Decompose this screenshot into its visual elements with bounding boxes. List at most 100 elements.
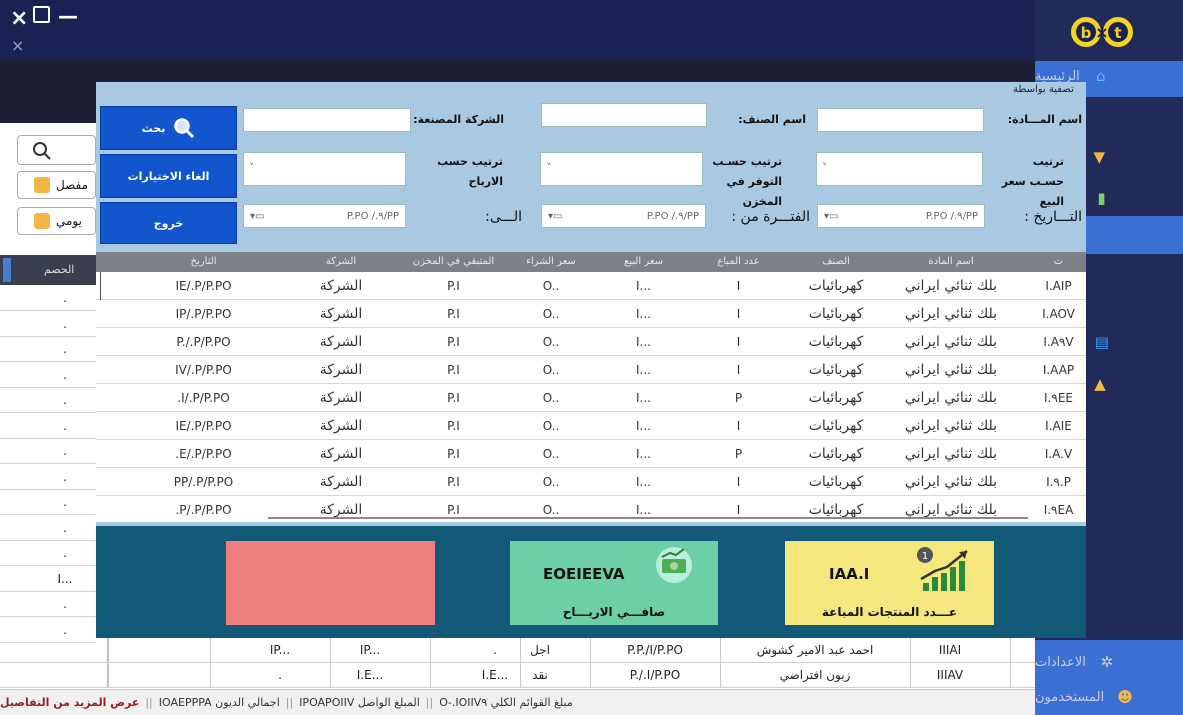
table-row[interactable]: I.AOV بلك ثنائي ايراني كهربائيات I I... O.. P.…	[96, 300, 1086, 328]
daily-label: يومي	[56, 214, 82, 228]
table-cell: P	[734, 447, 743, 461]
calendar-dropdown-icon[interactable]: ▾▭	[548, 211, 562, 222]
calendar-dropdown-icon[interactable]: ▾▭	[250, 211, 264, 222]
table-cell: I	[736, 335, 741, 349]
sort-by-profit-label: ترتيب حسب الارباح	[437, 155, 503, 188]
grid-column-header[interactable]: عدد المباع	[691, 252, 786, 272]
table-row[interactable]: I.٩.P بلك ثنائي ايراني كهربائيات I I... O.. P.…	[96, 468, 1086, 496]
grid-column-header[interactable]: سعر البيع	[596, 252, 691, 272]
brand-logo: b t ×	[1071, 17, 1133, 47]
user-icon: ☻	[1117, 688, 1133, 706]
table-cell: P.I	[447, 307, 460, 321]
status-total-debts: اجمالي الديون IOAEPPPA	[158, 696, 280, 709]
restore-window-button[interactable]	[33, 6, 50, 23]
background-cell: .	[63, 418, 67, 433]
table-row[interactable]: I.AIE بلك ثنائي ايراني كهربائيات I I... O.. P.…	[96, 412, 1086, 440]
table-cell: I.AOV	[1042, 307, 1075, 321]
background-cell: .	[63, 291, 67, 305]
sort-by-profit-select[interactable]: ˅	[243, 152, 406, 186]
grid-column-header[interactable]: اسم المادة	[886, 252, 1016, 272]
grid-column-header[interactable]: الصنف	[786, 252, 886, 272]
search-box[interactable]	[17, 135, 96, 165]
row-selector[interactable]	[3, 258, 11, 282]
clear-selections-button[interactable]: الغاء الاختيارات	[100, 154, 237, 198]
table-cell: I.AAP	[1042, 363, 1075, 377]
results-grid: I.AIP بلك ثنائي ايراني كهربائيات I I... O.. P.…	[96, 252, 1086, 522]
horizontal-scrollbar[interactable]	[268, 517, 1028, 519]
search-icon	[33, 142, 51, 160]
secondary-close-button[interactable]: ×	[11, 36, 24, 55]
category-name-input[interactable]	[541, 103, 707, 127]
column-separator	[430, 638, 431, 688]
manufacturer-input[interactable]	[243, 108, 411, 132]
sort-by-price-select[interactable]: ˅	[816, 152, 983, 186]
table-cell: كهربائيات	[808, 390, 864, 406]
row-separator	[0, 662, 1035, 663]
table-cell: I...	[636, 307, 651, 321]
grid-column-header[interactable]: ت	[1031, 252, 1086, 272]
logo-connector: ×	[1095, 23, 1108, 42]
search-icon	[174, 118, 195, 139]
table-cell: P./.P/P.PO	[176, 335, 231, 349]
manufacturer-label: الشركة المصنعة:	[413, 113, 504, 126]
table-cell: I.٩EE	[1044, 391, 1073, 405]
table-row[interactable]: I.AIP بلك ثنائي ايراني كهربائيات I I... O.. P.…	[96, 272, 1086, 300]
table-cell: P.I	[447, 447, 460, 461]
material-name-input[interactable]	[817, 108, 984, 132]
table-cell: بلك ثنائي ايراني	[904, 362, 998, 378]
sort-by-stock-select[interactable]: ˅	[540, 152, 703, 186]
background-cell: .	[63, 495, 67, 509]
row-separator	[0, 310, 96, 311]
net-profit-value: EOEIEEVA	[543, 565, 625, 583]
grid-column-header[interactable]: المتبقي في المخزن	[401, 252, 506, 272]
table-cell: I	[736, 475, 741, 489]
table-cell: O..	[542, 307, 560, 321]
table-cell: زبون افتراضي	[779, 668, 851, 682]
table-cell: O..	[542, 475, 560, 489]
date-picker[interactable]: ▾▭ P.PO /.٩/PP	[817, 204, 985, 228]
table-cell: الشركة	[319, 362, 363, 378]
table-cell: P.I	[447, 363, 460, 377]
sidebar-item-9[interactable]: ✲ الاعدادات	[1035, 644, 1183, 680]
table-cell: بلك ثنائي ايراني	[904, 390, 998, 406]
table-cell: IP...	[359, 643, 381, 657]
results-grid-header: ت اسم المادة الصنف عدد المباع سعر البيع سعر ا…	[96, 252, 1086, 272]
background-cell: .	[63, 622, 67, 637]
table-cell: O..	[542, 335, 560, 349]
period-to-picker[interactable]: ▾▭ P.PO /.٩/PP	[243, 204, 406, 228]
dialog-title: تصفية بواسطة	[1013, 84, 1074, 95]
detailed-button[interactable]: مفصل	[17, 171, 96, 199]
minimize-window-button[interactable]: —	[58, 4, 78, 28]
search-button[interactable]: بحث	[100, 106, 237, 150]
row-separator	[0, 437, 96, 439]
show-more-details-link[interactable]: عرض المزيد من التفاصيل	[0, 696, 139, 709]
table-cell: بلك ثنائي ايراني	[904, 306, 998, 322]
table-cell: I...	[636, 391, 651, 405]
table-cell: IE/.P/P.PO	[175, 419, 232, 433]
grid-column-header[interactable]: سعر الشراء	[506, 252, 596, 272]
table-row[interactable]: I.A.V بلك ثنائي ايراني كهربائيات P I... O.. P.…	[96, 440, 1086, 468]
row-separator	[0, 463, 96, 464]
period-from-picker[interactable]: ▾▭ P.PO /.٩/PP	[541, 204, 706, 228]
row-separator	[0, 412, 96, 413]
sidebar-item-10[interactable]: ☻ المستخدمون	[1035, 679, 1183, 715]
table-cell: I	[736, 363, 741, 377]
table-cell: IV/.P/P.PO	[175, 363, 232, 377]
calendar-dropdown-icon[interactable]: ▾▭	[824, 211, 838, 222]
table-cell: I...	[636, 335, 651, 349]
table-row[interactable]: I.A٩V بلك ثنائي ايراني كهربائيات I I... O.. P.…	[96, 328, 1086, 356]
table-row[interactable]: I.AAP بلك ثنائي ايراني كهربائيات I I... O.. P.…	[96, 356, 1086, 384]
column-separator	[720, 638, 721, 688]
table-row[interactable]: I.٩EE بلك ثنائي ايراني كهربائيات P I... O.. P.…	[96, 384, 1086, 412]
logo-letter-t: t	[1114, 24, 1121, 42]
daily-button[interactable]: يومي	[17, 207, 96, 235]
background-cell: I...	[57, 571, 73, 586]
exit-button[interactable]: خروج	[100, 202, 237, 244]
grid-column-header[interactable]: التاريخ	[126, 252, 281, 272]
column-separator	[590, 638, 591, 688]
table-cell: كهربائيات	[808, 306, 864, 322]
sold-products-card: 1 IAA.I عـــدد المنتجات المباعة	[785, 541, 994, 625]
grid-column-header[interactable]: الشركة	[281, 252, 401, 272]
close-window-button[interactable]: ×	[10, 6, 28, 31]
chart-bars-icon: ▮	[1097, 189, 1106, 207]
